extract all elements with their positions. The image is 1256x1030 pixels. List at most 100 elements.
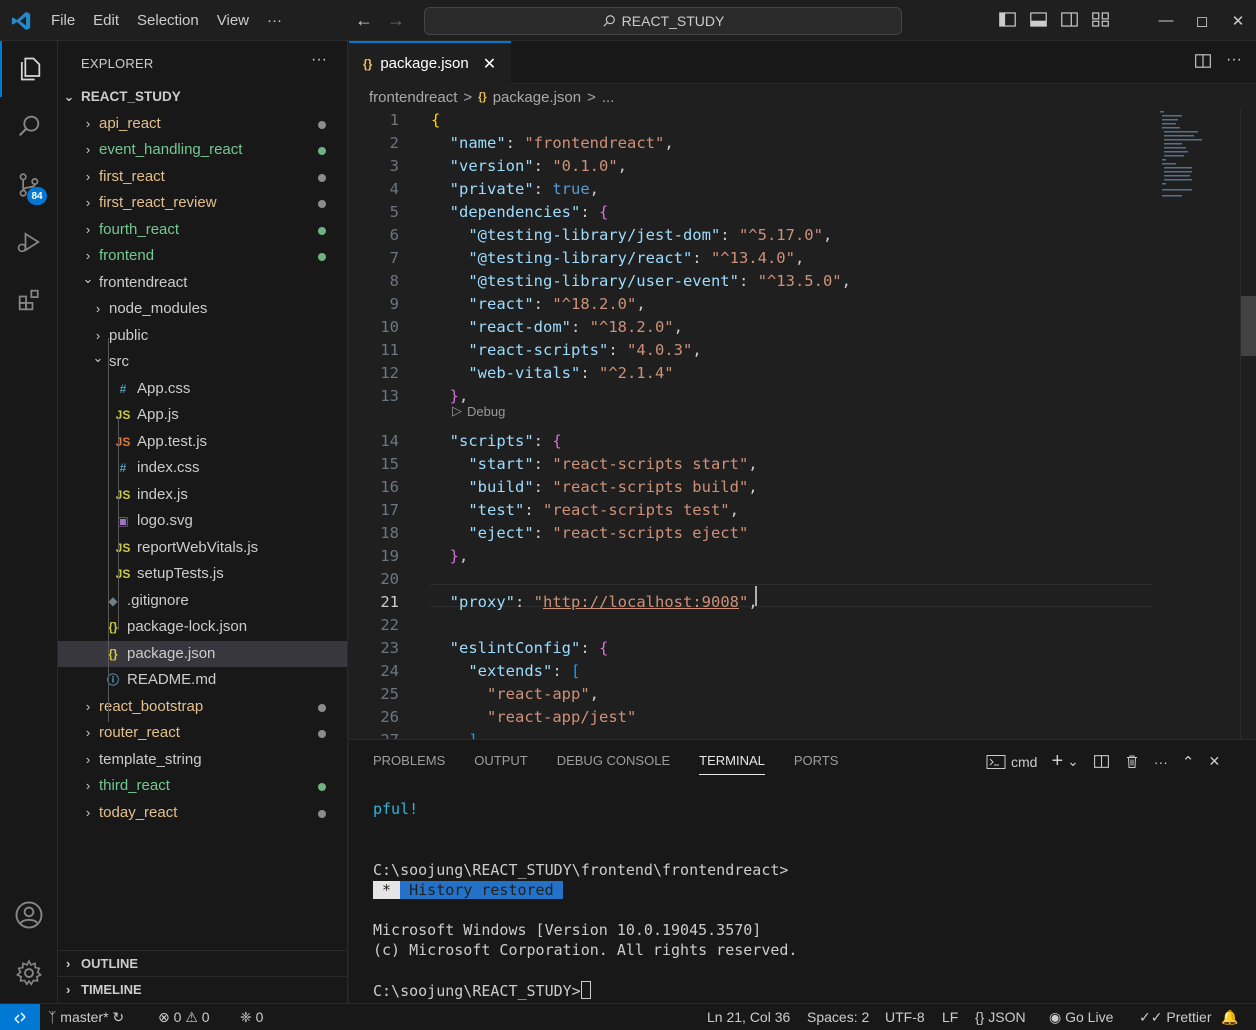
menu-file[interactable]: File: [42, 0, 84, 41]
tab-debug-console[interactable]: DEBUG CONSOLE: [557, 753, 670, 775]
source-control-activity-button[interactable]: 84: [0, 157, 58, 213]
close-panel-icon[interactable]: ✕: [1208, 753, 1220, 770]
folder-item[interactable]: › template_string: [58, 747, 347, 774]
minimap[interactable]: [1158, 109, 1208, 199]
tree-item-label: router_react: [99, 724, 180, 741]
file-item[interactable]: JS setupTests.js: [58, 561, 347, 588]
folder-item[interactable]: › node_modules: [58, 296, 347, 323]
notifications-bell-icon[interactable]: 🔔: [1221, 1004, 1238, 1030]
menu-edit[interactable]: Edit: [84, 0, 128, 41]
file-item[interactable]: JS App.test.js: [58, 429, 347, 456]
split-editor-icon[interactable]: [1194, 52, 1212, 70]
menu-selection[interactable]: Selection: [128, 0, 208, 41]
chevron-down-icon[interactable]: ⌄: [1067, 753, 1079, 770]
breadcrumb-folder[interactable]: frontendreact: [369, 89, 457, 106]
extensions-activity-button[interactable]: [0, 272, 58, 328]
code-editor[interactable]: 1{2 "name": "frontendreact", 3 "version":…: [349, 109, 1149, 739]
explorer-activity-button[interactable]: [0, 41, 58, 97]
split-terminal-icon[interactable]: [1093, 753, 1110, 770]
file-item[interactable]: JS reportWebVitals.js: [58, 535, 347, 562]
panel-more-icon[interactable]: ···: [1154, 754, 1168, 770]
back-arrow-icon[interactable]: ←: [355, 10, 373, 31]
file-item[interactable]: {} package.json: [58, 640, 347, 667]
file-item[interactable]: ◆ .gitignore: [58, 588, 347, 615]
file-item[interactable]: # App.css: [58, 376, 347, 403]
outline-section-header[interactable]: › OUTLINE: [58, 950, 347, 976]
folder-item[interactable]: › react_bootstrap: [58, 694, 347, 721]
explorer-sidebar: EXPLORER ··· ⌄ REACT_STUDY › api_react › ev…: [58, 41, 348, 1003]
editor-more-actions-icon[interactable]: ···: [1226, 52, 1242, 70]
folder-item[interactable]: › api_react: [58, 111, 347, 138]
trash-icon[interactable]: [1124, 753, 1140, 770]
status-bar: ᛉ master* ↻ ⊗ 0 ⚠ 0 ❈ 0 Ln 21, Col 36 Sp…: [0, 1003, 1256, 1030]
timeline-section-header[interactable]: › TIMELINE: [58, 976, 347, 1002]
folder-item[interactable]: › fourth_react: [58, 217, 347, 244]
file-item[interactable]: ⓘ README.md: [58, 667, 347, 694]
editor-scrollbar-thumb[interactable]: [1241, 296, 1256, 356]
minimize-icon[interactable]: —: [1148, 0, 1184, 41]
tab-problems[interactable]: PROBLEMS: [373, 753, 445, 775]
cursor-position[interactable]: Ln 21, Col 36: [707, 1004, 790, 1030]
history-restored-banner: * History restored: [373, 881, 563, 899]
prettier-status[interactable]: ✓✓ Prettier: [1139, 1004, 1211, 1030]
folder-item[interactable]: › first_react: [58, 164, 347, 191]
breadcrumb-separator: >: [463, 88, 473, 106]
file-item[interactable]: {} package-lock.json: [58, 614, 347, 641]
editor-scrollbar[interactable]: [1240, 109, 1256, 739]
new-terminal-icon[interactable]: +: [1051, 750, 1063, 773]
file-item[interactable]: # index.css: [58, 455, 347, 482]
end-of-line[interactable]: LF: [942, 1004, 958, 1030]
indentation[interactable]: Spaces: 2: [807, 1004, 869, 1030]
file-item[interactable]: JS App.js: [58, 402, 347, 429]
manage-activity-button[interactable]: [0, 945, 58, 1001]
toggle-panel-icon[interactable]: [1029, 10, 1048, 29]
menu-view[interactable]: View: [208, 0, 258, 41]
customize-layout-icon[interactable]: [1091, 10, 1110, 29]
tab-ports[interactable]: PORTS: [794, 753, 839, 775]
terminal-icon: [986, 754, 1006, 769]
tree-item-label: first_react: [99, 167, 165, 185]
problems-indicator[interactable]: ⊗ 0 ⚠ 0: [158, 1004, 210, 1030]
maximize-panel-icon[interactable]: ⌃: [1182, 753, 1195, 771]
terminal-current-prompt: C:\soojung\REACT_STUDY>: [373, 981, 591, 1000]
command-center-search[interactable]: REACT_STUDY: [424, 7, 902, 35]
language-mode[interactable]: {} JSON: [975, 1004, 1026, 1030]
code-line: 22: [349, 614, 1149, 637]
explorer-more-actions[interactable]: ···: [311, 51, 327, 69]
close-tab-icon[interactable]: ✕: [483, 54, 496, 74]
folder-item[interactable]: › third_react: [58, 773, 347, 800]
go-live-button[interactable]: ◉ Go Live: [1049, 1004, 1113, 1030]
folder-item[interactable]: › first_react_review: [58, 190, 347, 217]
close-window-icon[interactable]: ✕: [1220, 0, 1256, 41]
terminal-shell-selector[interactable]: cmd: [986, 754, 1037, 770]
toggle-primary-sidebar-icon[interactable]: [998, 10, 1017, 29]
folder-item[interactable]: ⌄ src: [58, 349, 347, 376]
file-item[interactable]: ▣ logo.svg: [58, 508, 347, 535]
tab-package-json[interactable]: {} package.json ✕: [349, 41, 511, 84]
run-debug-activity-button[interactable]: [0, 214, 58, 270]
folder-item[interactable]: ⌄ frontendreact: [58, 270, 347, 297]
menu-more[interactable]: ···: [258, 0, 291, 41]
folder-item[interactable]: › frontend: [58, 243, 347, 270]
branch-indicator[interactable]: ᛉ master* ↻: [48, 1004, 124, 1030]
forward-arrow-icon[interactable]: →: [387, 10, 405, 31]
ports-indicator[interactable]: ❈ 0: [240, 1004, 263, 1030]
tab-terminal[interactable]: TERMINAL: [699, 753, 765, 775]
breadcrumb-symbol[interactable]: ...: [602, 89, 615, 106]
encoding[interactable]: UTF-8: [885, 1004, 925, 1030]
breadcrumb-file[interactable]: package.json: [493, 89, 581, 106]
workspace-root[interactable]: ⌄ REACT_STUDY: [58, 84, 347, 111]
broadcast-icon: ◉: [1049, 1009, 1062, 1025]
folder-item[interactable]: › today_react: [58, 800, 347, 827]
toggle-secondary-sidebar-icon[interactable]: [1060, 10, 1079, 29]
maximize-icon[interactable]: ◻: [1184, 0, 1220, 41]
sync-icon[interactable]: ↻: [112, 1009, 124, 1025]
accounts-activity-button[interactable]: [0, 887, 58, 943]
search-activity-button[interactable]: [0, 98, 58, 154]
file-item[interactable]: JS index.js: [58, 482, 347, 509]
tab-output[interactable]: OUTPUT: [474, 753, 527, 775]
remote-indicator[interactable]: [0, 1004, 40, 1030]
folder-item[interactable]: › event_handling_react: [58, 137, 347, 164]
folder-item[interactable]: › router_react: [58, 720, 347, 747]
debug-codelens[interactable]: ▷ Debug: [452, 403, 505, 419]
